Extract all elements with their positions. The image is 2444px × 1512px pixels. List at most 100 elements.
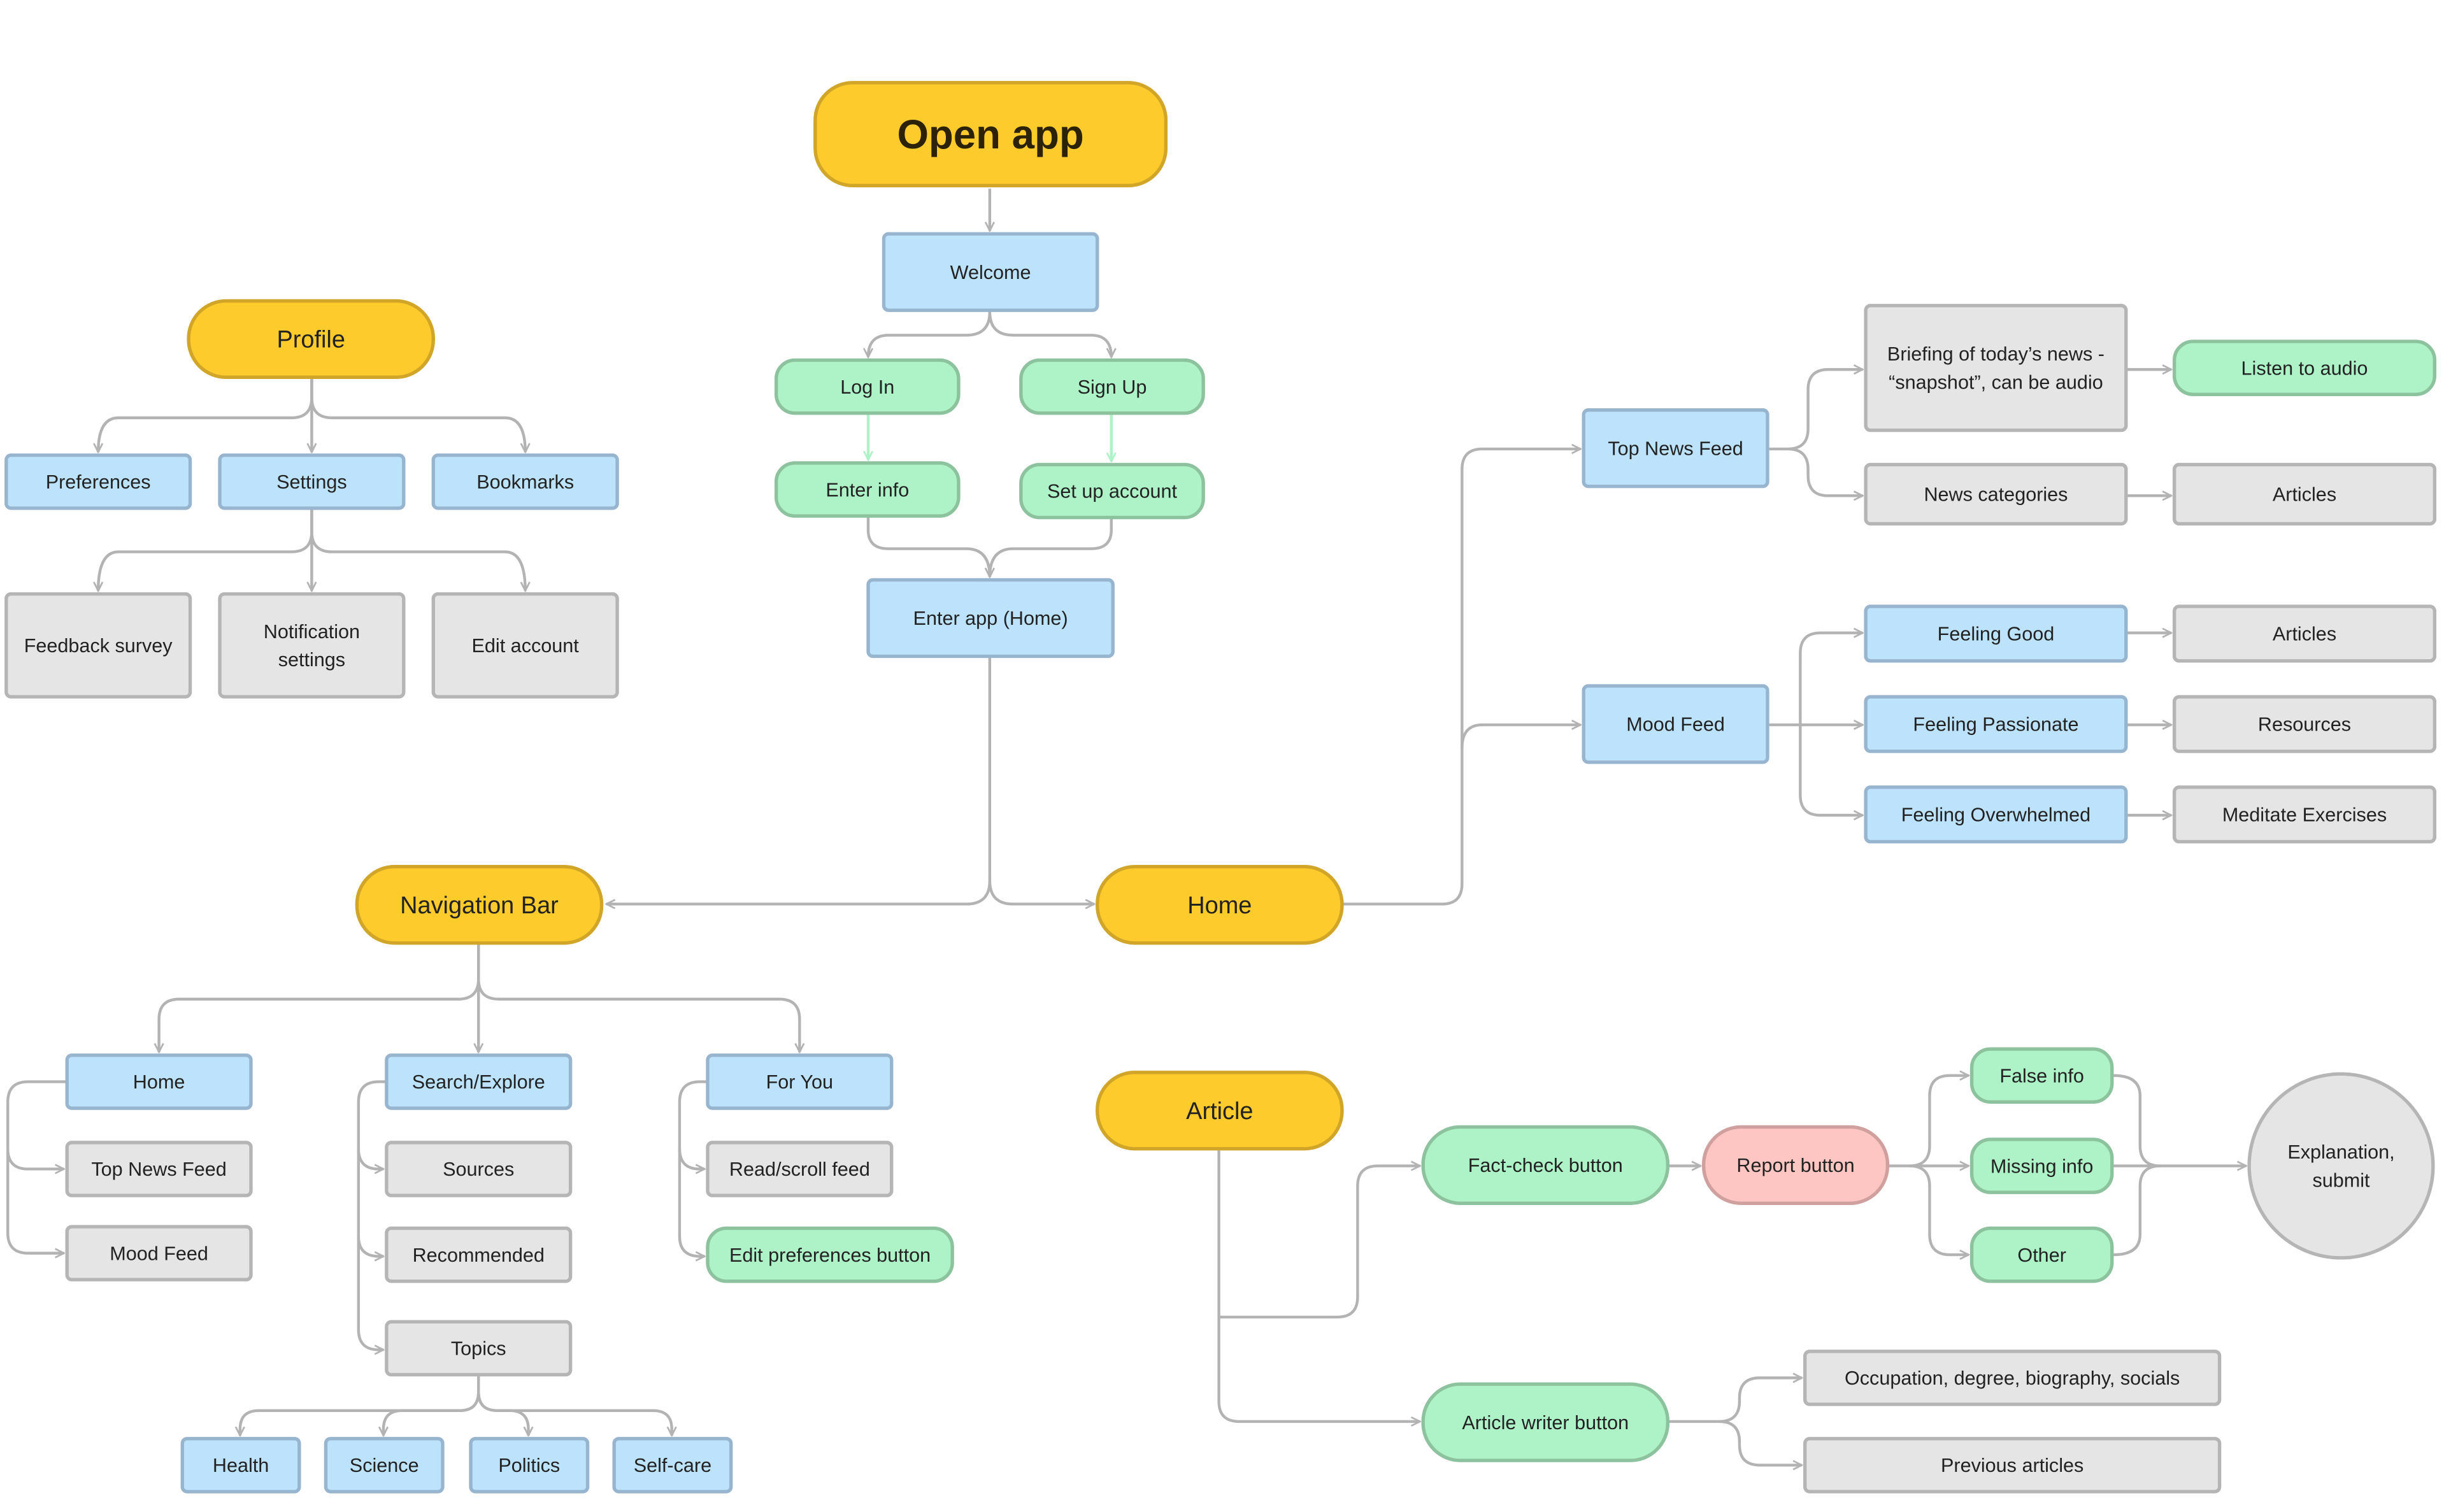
node-label: Meditate Exercises: [2222, 804, 2387, 825]
node-article-writer-button: Article writer button: [1421, 1382, 1670, 1462]
node-label-line: Politics: [498, 1455, 560, 1476]
node-missing-info: Missing info: [1969, 1138, 2114, 1194]
node-nav-mood-feed: Mood Feed: [65, 1225, 253, 1281]
node-preferences: Preferences: [4, 453, 192, 510]
node-previous-articles: Previous articles: [1803, 1437, 2222, 1494]
connector-arrow: [1799, 633, 1862, 725]
node-log-in: Log In: [774, 358, 961, 415]
node-label-line: Notification: [264, 621, 360, 643]
node-topics: Topics: [385, 1320, 573, 1377]
node-label-line: Self-care: [634, 1455, 711, 1476]
node-label: Enter app (Home): [913, 608, 1068, 629]
connector-arrow: [357, 1080, 387, 1350]
connector-arrow: [477, 945, 799, 1052]
node-politics: Politics: [469, 1437, 590, 1494]
node-label: Topics: [451, 1338, 506, 1360]
node-label: Resources: [2258, 714, 2351, 736]
node-label: Home: [1187, 892, 1252, 919]
node-label: Science: [350, 1455, 419, 1476]
node-label-line: Listen to audio: [2241, 357, 2368, 379]
node-label: Articles: [2273, 624, 2336, 645]
connector-arrow: [988, 311, 1111, 357]
connector-arrow: [98, 378, 313, 452]
node-enter-app: Enter app (Home): [866, 578, 1115, 659]
node-label-line: Report button: [1736, 1155, 1854, 1176]
node-label-line: Preferences: [46, 471, 151, 493]
node-label-line: Explanation,: [2287, 1141, 2394, 1163]
node-label-line: Top News Feed: [1608, 438, 1743, 459]
node-label: Recommended: [413, 1245, 545, 1266]
node-label-line: Topics: [451, 1338, 506, 1360]
connector-arrow: [98, 510, 313, 590]
node-label: Mood Feed: [110, 1243, 208, 1264]
node-label: Listen to audio: [2241, 357, 2368, 379]
node-science: Science: [324, 1437, 445, 1494]
connector-arrow: [477, 1392, 528, 1436]
connector-arrow: [988, 880, 1094, 904]
node-label-line: Feeling Overwhelmed: [1901, 804, 2090, 825]
node-label-line: Settings: [276, 471, 347, 493]
node-label-line: Feedback survey: [24, 635, 173, 657]
node-search-explore: Search/Explore: [385, 1053, 573, 1110]
node-label-line: Log In: [840, 376, 894, 398]
node-label: Welcome: [950, 262, 1031, 283]
node-news-categories: News categories: [1864, 462, 2128, 526]
node-label: Settings: [276, 471, 347, 493]
node-read-scroll-feed: Read/scroll feed: [706, 1141, 894, 1197]
connector-arrow: [1909, 1076, 1969, 1167]
node-for-you: For You: [706, 1053, 894, 1110]
node-articles-news: Articles: [2172, 462, 2437, 526]
node-notification-settings: Notification settings: [218, 592, 406, 699]
node-shape: [218, 592, 406, 699]
node-top-news-feed: Top News Feed: [1582, 408, 1769, 489]
node-label-line: False info: [1999, 1065, 2084, 1087]
connector-arrow: [2113, 1164, 2161, 1257]
node-label: Missing info: [1990, 1155, 2093, 1177]
node-label: Sources: [443, 1159, 514, 1180]
node-label: News categories: [1924, 484, 2068, 506]
node-label-line: Open app: [897, 112, 1083, 157]
node-report-button: Report button: [1701, 1125, 1890, 1205]
node-nav-top-news-feed: Top News Feed: [65, 1141, 253, 1197]
node-label-line: Article writer button: [1462, 1412, 1629, 1434]
connector-arrow: [240, 1376, 480, 1436]
node-resources: Resources: [2172, 695, 2437, 753]
node-health: Health: [180, 1437, 301, 1494]
connector-arrow: [1669, 1378, 1802, 1423]
node-label-line: Bookmarks: [476, 471, 574, 493]
node-label-line: Articles: [2273, 624, 2336, 645]
node-label: Article: [1186, 1098, 1253, 1125]
node-label: Article writer button: [1462, 1412, 1629, 1434]
connector-arrow: [990, 519, 1113, 577]
connector-arrow: [357, 1236, 383, 1257]
node-settings: Settings: [218, 453, 406, 510]
node-label-line: Articles: [2273, 484, 2336, 506]
connector-arrow: [1461, 725, 1580, 748]
node-label: Feedback survey: [24, 635, 173, 657]
node-shape: [1864, 304, 2128, 432]
node-listen-to-audio: Listen to audio: [2172, 339, 2437, 396]
connector-arrow: [310, 378, 525, 452]
node-label: Mood Feed: [1626, 714, 1725, 736]
node-label-line: Enter info: [825, 479, 909, 501]
node-label: Read/scroll feed: [729, 1159, 870, 1180]
node-label-line: Welcome: [950, 262, 1031, 283]
node-label-line: Previous articles: [1941, 1455, 2083, 1476]
node-label: Sign Up: [1078, 376, 1147, 398]
node-label: Top News Feed: [91, 1159, 226, 1180]
connector-arrow: [678, 1148, 704, 1169]
node-bookmarks: Bookmarks: [431, 453, 619, 510]
node-label-line: Top News Feed: [91, 1159, 226, 1180]
node-open-app: Open app: [813, 81, 1168, 188]
node-label-line: “snapshot”, can be audio: [1889, 372, 2103, 394]
node-nav-home: Home: [65, 1053, 253, 1110]
node-label: Edit account: [472, 635, 580, 657]
connector-arrow: [1787, 447, 1862, 496]
node-label-line: Home: [1187, 892, 1252, 919]
node-label-line: Enter app (Home): [913, 608, 1068, 629]
node-label-line: Article: [1186, 1098, 1253, 1125]
node-label-line: Set up account: [1047, 481, 1178, 503]
node-label-line: Briefing of today’s news -: [1887, 343, 2105, 365]
node-feedback-survey: Feedback survey: [4, 592, 192, 699]
node-label-line: Mood Feed: [110, 1243, 208, 1264]
